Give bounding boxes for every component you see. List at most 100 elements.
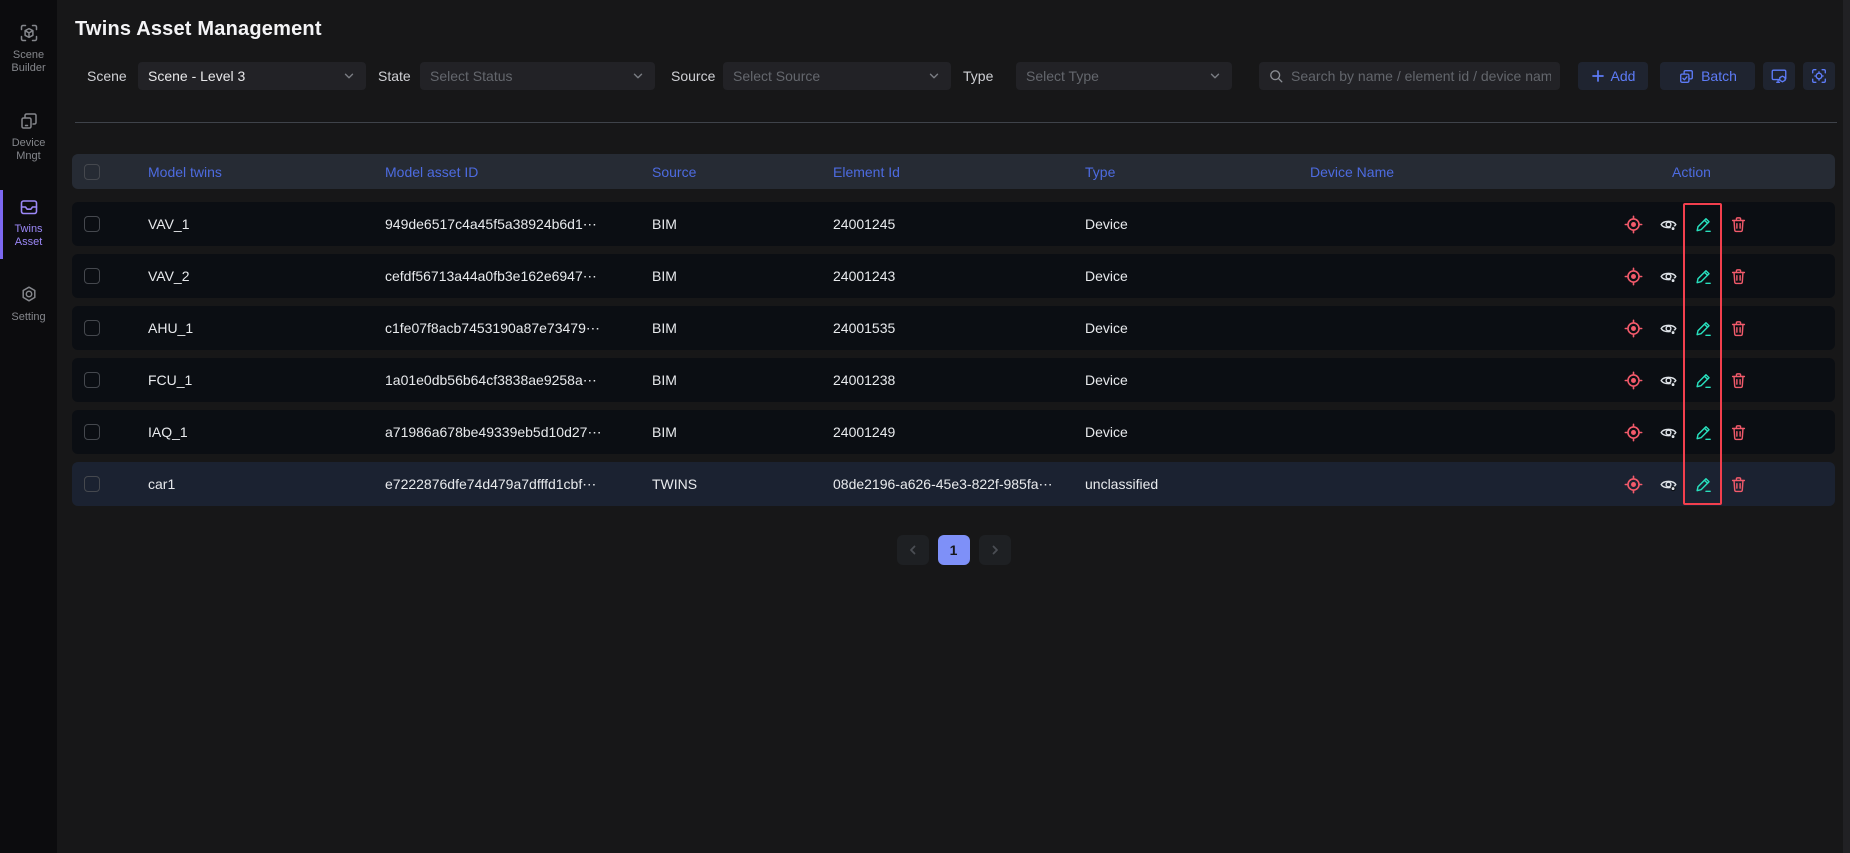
column-header-source: Source [652, 164, 833, 180]
preview-eye-icon[interactable] [1659, 371, 1678, 390]
sidebar-item-twins-asset[interactable]: Twins Asset [0, 196, 57, 249]
element-id-cell: 24001243 [833, 268, 1085, 284]
source-select[interactable]: Select Source [723, 62, 951, 90]
model-twins-cell: IAQ_1 [148, 424, 385, 440]
table-row[interactable]: VAV_1 949de6517c4a45f5a38924b6d1⋯ BIM 24… [72, 202, 1835, 246]
type-cell: Device [1085, 424, 1310, 440]
scene-view-button[interactable] [1763, 62, 1795, 90]
row-checkbox[interactable] [84, 320, 100, 336]
source-cell: TWINS [652, 476, 833, 492]
table-row[interactable]: VAV_2 cefdf56713a44a0fb3e162e6947⋯ BIM 2… [72, 254, 1835, 298]
page-number-button[interactable]: 1 [938, 535, 970, 565]
search-input[interactable] [1291, 68, 1551, 84]
sidebar-item-label: Setting [11, 311, 45, 324]
model-asset-id-cell: 1a01e0db56b64cf3838ae9258a⋯ [385, 372, 652, 389]
locate-target-icon[interactable] [1624, 267, 1643, 286]
row-checkbox[interactable] [84, 268, 100, 284]
locate-target-icon[interactable] [1624, 319, 1643, 338]
table-row[interactable]: AHU_1 c1fe07f8acb7453190a87e73479⋯ BIM 2… [72, 306, 1835, 350]
preview-eye-icon[interactable] [1659, 267, 1678, 286]
select-all-checkbox[interactable] [84, 164, 100, 180]
state-select[interactable]: Select Status [420, 62, 655, 90]
batch-button[interactable]: Batch [1660, 62, 1755, 90]
model-settings-button[interactable] [1803, 62, 1835, 90]
preview-eye-icon[interactable] [1659, 215, 1678, 234]
locate-target-icon[interactable] [1624, 371, 1643, 390]
edit-pencil-icon[interactable] [1694, 423, 1713, 442]
chevron-right-icon [989, 544, 1001, 556]
edit-pencil-icon[interactable] [1694, 215, 1713, 234]
chevron-down-icon [342, 69, 356, 83]
source-cell: BIM [652, 216, 833, 232]
edit-pencil-icon[interactable] [1694, 267, 1713, 286]
locate-target-icon[interactable] [1624, 475, 1643, 494]
model-asset-id-cell: 949de6517c4a45f5a38924b6d1⋯ [385, 216, 652, 233]
sidebar-item-scene-builder[interactable]: Scene Builder [0, 22, 57, 75]
preview-eye-icon[interactable] [1659, 319, 1678, 338]
column-header-model-twins: Model twins [148, 164, 385, 180]
model-twins-cell: VAV_1 [148, 216, 385, 232]
sidebar-item-setting[interactable]: Setting [0, 284, 57, 324]
sidebar-item-label: Twins Asset [14, 223, 42, 249]
delete-trash-icon[interactable] [1729, 423, 1748, 442]
column-header-device-name: Device Name [1310, 164, 1610, 180]
element-id-cell: 24001245 [833, 216, 1085, 232]
delete-trash-icon[interactable] [1729, 267, 1748, 286]
setting-icon [18, 284, 40, 306]
monitor-cube-icon [1770, 67, 1788, 85]
row-checkbox[interactable] [84, 216, 100, 232]
sidebar-item-device-mngt[interactable]: Device Mngt [0, 110, 57, 163]
source-cell: BIM [652, 424, 833, 440]
locate-target-icon[interactable] [1624, 215, 1643, 234]
batch-button-label: Batch [1701, 68, 1737, 84]
sidebar-item-label: Scene Builder [11, 49, 45, 75]
prev-page-button[interactable] [897, 535, 929, 565]
element-id-cell: 08de2196-a626-45e3-822f-985fa⋯ [833, 476, 1085, 493]
column-header-element-id: Element Id [833, 164, 1085, 180]
delete-trash-icon[interactable] [1729, 475, 1748, 494]
preview-eye-icon[interactable] [1659, 423, 1678, 442]
state-filter-label: State [378, 68, 411, 84]
scene-builder-icon [18, 22, 40, 44]
column-header-model-asset-id: Model asset ID [385, 164, 652, 180]
twins-asset-icon [18, 196, 40, 218]
table-row[interactable]: FCU_1 1a01e0db56b64cf3838ae9258a⋯ BIM 24… [72, 358, 1835, 402]
pagination: 1 [72, 535, 1835, 565]
add-button[interactable]: Add [1578, 62, 1648, 90]
search-box [1259, 62, 1560, 90]
chevron-down-icon [1208, 69, 1222, 83]
type-select[interactable]: Select Type [1016, 62, 1232, 90]
row-checkbox[interactable] [84, 372, 100, 388]
edit-pencil-icon[interactable] [1694, 475, 1713, 494]
filter-divider [75, 122, 1837, 123]
table-row[interactable]: IAQ_1 a71986a678be49339eb5d10d27⋯ BIM 24… [72, 410, 1835, 454]
scene-select[interactable]: Scene - Level 3 [138, 62, 366, 90]
sidebar: Scene Builder Device Mngt Twins Asset [0, 0, 57, 853]
source-cell: BIM [652, 268, 833, 284]
sidebar-item-label: Device Mngt [12, 137, 46, 163]
delete-trash-icon[interactable] [1729, 215, 1748, 234]
state-select-placeholder: Select Status [430, 68, 625, 84]
model-twins-cell: FCU_1 [148, 372, 385, 388]
scrollbar[interactable] [1843, 0, 1850, 853]
edit-pencil-icon[interactable] [1694, 371, 1713, 390]
row-checkbox[interactable] [84, 476, 100, 492]
table-row[interactable]: car1 e7222876dfe74d479a7dfffd1cbf⋯ TWINS… [72, 462, 1835, 506]
type-cell: Device [1085, 216, 1310, 232]
type-cell: unclassified [1085, 476, 1310, 492]
plus-icon [1591, 69, 1605, 83]
delete-trash-icon[interactable] [1729, 319, 1748, 338]
model-asset-id-cell: c1fe07f8acb7453190a87e73479⋯ [385, 320, 652, 337]
next-page-button[interactable] [979, 535, 1011, 565]
locate-target-icon[interactable] [1624, 423, 1643, 442]
table-header-row: Model twins Model asset ID Source Elemen… [72, 154, 1835, 189]
type-cell: Device [1085, 320, 1310, 336]
row-checkbox[interactable] [84, 424, 100, 440]
scene-select-value: Scene - Level 3 [148, 68, 336, 84]
delete-trash-icon[interactable] [1729, 371, 1748, 390]
element-id-cell: 24001535 [833, 320, 1085, 336]
type-select-placeholder: Select Type [1026, 68, 1202, 84]
preview-eye-icon[interactable] [1659, 475, 1678, 494]
column-header-action: Action [1610, 164, 1835, 180]
edit-pencil-icon[interactable] [1694, 319, 1713, 338]
